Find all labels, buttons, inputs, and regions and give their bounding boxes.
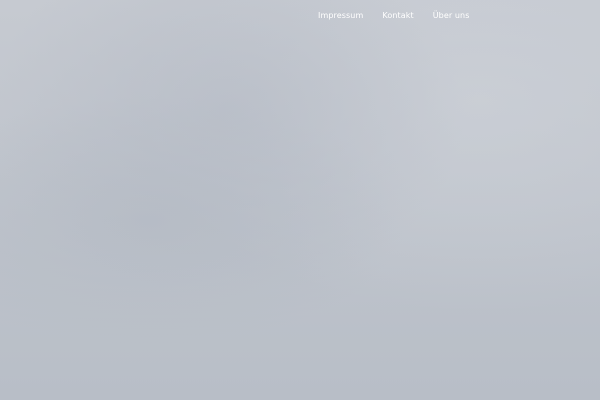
impressum-link[interactable]: Impressum xyxy=(318,11,363,21)
nav-item-impressum: Impressum xyxy=(318,11,363,21)
nav-item-kontakt: Kontakt xyxy=(382,11,413,21)
top-navigation: Impressum Kontakt Über uns xyxy=(318,11,470,21)
kontakt-link[interactable]: Kontakt xyxy=(382,11,413,21)
page-background xyxy=(0,0,600,400)
nav-item-ueber-uns: Über uns xyxy=(433,11,470,21)
ueber-uns-link[interactable]: Über uns xyxy=(433,11,470,21)
